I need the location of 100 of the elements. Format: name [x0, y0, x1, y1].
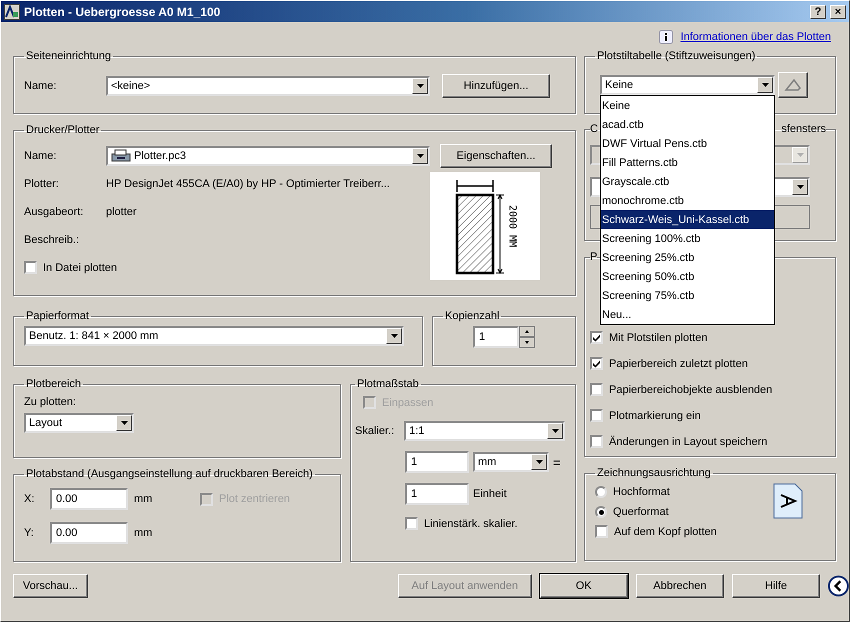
window-title: Plotten - Uebergroesse A0 M1_100 — [24, 4, 222, 18]
help-button[interactable]: ? — [810, 4, 826, 18]
unit-label: mm — [134, 527, 152, 539]
edit-button[interactable] — [778, 72, 808, 98]
add-button[interactable]: Hinzufügen... — [442, 74, 550, 98]
dropdown-arrow-button[interactable] — [757, 77, 773, 93]
field-value: HP DesignJet 455CA (E/A0) by HP - Optimierter Treiberr... — [106, 178, 390, 190]
info-link[interactable]: Informationen über das Plotten — [680, 31, 831, 43]
dialog-button[interactable]: OK — [540, 574, 628, 598]
input-field[interactable]: 1 — [405, 451, 469, 473]
group-title: Plotabstand (Ausgangseinstellung auf druckbaren Bereich) — [25, 468, 314, 480]
checkbox[interactable]: Mit Plotstilen plotten — [590, 331, 825, 344]
printer-icon — [111, 149, 131, 163]
dropdown-arrow-button[interactable] — [386, 328, 402, 344]
group-title: Plotbereich — [25, 378, 82, 390]
input-field[interactable]: 0.00 — [50, 488, 128, 510]
close-button[interactable]: × — [830, 4, 846, 18]
group-title: Papierformat — [25, 310, 90, 322]
group-title: Plotstiltabelle (Stiftzuweisungen) — [596, 50, 756, 62]
checkbox[interactable]: Änderungen in Layout speichern — [590, 435, 825, 448]
printer-dropdown[interactable]: Plotter.pc3 — [106, 146, 430, 166]
caret-icon — [762, 83, 768, 87]
field-label: Y: — [24, 527, 35, 539]
page-orientation-icon — [773, 483, 803, 519]
field-label: Zu plotten: — [24, 396, 77, 408]
caret-icon — [416, 84, 424, 88]
properties-button[interactable]: Eigenschaften... — [440, 144, 552, 168]
dropdown-arrow-button[interactable] — [792, 179, 808, 195]
dropdown-arrow-button[interactable] — [547, 423, 563, 439]
equals-sign: = — [553, 454, 561, 470]
list-item[interactable]: DWF Virtual Pens.ctb — [601, 134, 774, 153]
page-setup-dropdown[interactable]: <keine> — [106, 76, 430, 96]
list-item[interactable]: Grayscale.ctb — [601, 172, 774, 191]
dropdown-arrow-button[interactable] — [531, 454, 547, 470]
list-item[interactable]: Neu... — [601, 305, 774, 324]
input-field[interactable]: 0.00 — [50, 522, 128, 544]
caret-icon — [796, 153, 804, 157]
group-title: Drucker/Plotter — [25, 124, 100, 136]
group-title: Kopienzahl — [444, 310, 500, 322]
checkbox[interactable]: Linienstärk. skalier. — [405, 517, 565, 530]
caret-icon — [416, 154, 424, 158]
caret-icon — [390, 334, 398, 338]
list-item[interactable]: monochrome.ctb — [601, 191, 774, 210]
group-title: Seiteneinrichtung — [25, 50, 112, 62]
checkbox[interactable]: In Datei plotten — [24, 261, 424, 274]
field-label: Beschreib.: — [24, 234, 80, 246]
dialog-button[interactable]: Abbrechen — [636, 574, 724, 598]
copies-field[interactable]: 1 — [473, 326, 519, 348]
info-icon — [658, 30, 673, 44]
list-item[interactable]: Screening 75%.ctb — [601, 286, 774, 305]
radio-button[interactable] — [595, 506, 607, 518]
list-item[interactable]: Schwarz-Weis_Uni-Kassel.ctb — [601, 210, 774, 229]
group-title: C — [590, 123, 598, 135]
input-field[interactable]: 1 — [405, 483, 469, 505]
dialog-button[interactable]: Vorschau... — [13, 574, 88, 598]
list-item[interactable]: Keine — [601, 96, 774, 115]
group-title: Zeichnungsausrichtung — [596, 467, 712, 479]
plot-area-dropdown[interactable]: Layout — [24, 413, 134, 433]
list-item[interactable]: acad.ctb — [601, 115, 774, 134]
checkbox[interactable]: Plotmarkierung ein — [590, 409, 825, 422]
field-label: X: — [24, 493, 36, 505]
list-item[interactable]: Fill Patterns.ctb — [601, 153, 774, 172]
plot-style-dropdown[interactable]: Keine — [600, 75, 775, 95]
checkbox[interactable]: Papierbereichobjekte ausblenden — [590, 383, 825, 396]
pen-icon — [784, 78, 802, 92]
field-value: plotter — [106, 206, 137, 218]
caret-icon — [796, 185, 804, 189]
field-label: Ausgabeort: — [24, 206, 84, 218]
radio-label[interactable]: Hochformat — [613, 486, 670, 498]
group-title: Plotmaßstab — [356, 378, 420, 390]
field-label: Name: — [24, 150, 58, 162]
caret-icon — [120, 421, 128, 425]
spinner-icon[interactable] — [519, 326, 535, 348]
unit-dropdown[interactable]: mm — [473, 452, 549, 472]
list-item[interactable]: Screening 50%.ctb — [601, 267, 774, 286]
field-label: Skalier.: — [355, 425, 396, 437]
field-label: Plotter: — [24, 178, 60, 190]
unit-label: mm — [134, 493, 154, 505]
checkmark-icon — [592, 333, 601, 342]
checkmark-icon — [592, 359, 601, 368]
dropdown-arrow-button[interactable] — [412, 148, 428, 164]
dimension-label: 2000 MM — [506, 204, 518, 248]
group-title: P — [590, 251, 598, 263]
radio-label[interactable]: Querformat — [613, 506, 669, 518]
chevron-left-icon[interactable] — [828, 575, 849, 597]
checkbox[interactable]: Auf dem Kopf plotten — [595, 525, 825, 538]
paper-size-dropdown[interactable]: Benutz. 1: 841 × 2000 mm — [24, 326, 404, 346]
unit-label: Einheit — [473, 488, 507, 500]
list-item[interactable]: Screening 100%.ctb — [601, 229, 774, 248]
app-icon — [4, 4, 20, 20]
field-label: Name: — [24, 80, 58, 92]
checkbox[interactable]: Papierbereich zuletzt plotten — [590, 357, 825, 370]
dropdown-arrow-button[interactable] — [116, 415, 132, 431]
dialog-button[interactable]: Hilfe — [732, 574, 820, 598]
list-item[interactable]: Screening 25%.ctb — [601, 248, 774, 267]
caret-icon — [536, 460, 542, 464]
group-title: sfensters — [781, 123, 826, 135]
scale-dropdown[interactable]: 1:1 — [404, 421, 565, 441]
dropdown-arrow-button[interactable] — [412, 78, 428, 94]
radio-button[interactable] — [595, 486, 607, 498]
